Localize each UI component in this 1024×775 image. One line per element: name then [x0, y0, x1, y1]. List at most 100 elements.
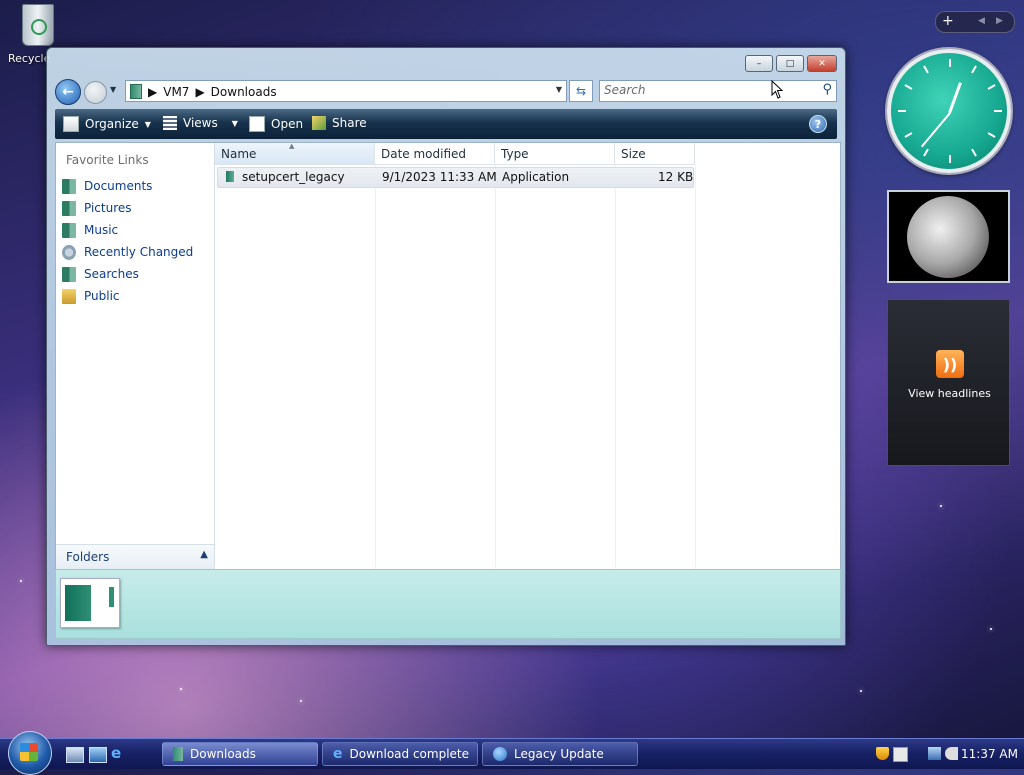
- flag-icon[interactable]: [893, 747, 908, 762]
- clock-gadget[interactable]: [887, 49, 1011, 173]
- legacy-update-icon: [493, 747, 507, 761]
- column-label: Date modified: [381, 147, 467, 161]
- clock-tick: [904, 84, 913, 90]
- application-icon: [226, 171, 234, 182]
- view-headlines-link[interactable]: View headlines: [888, 387, 1011, 400]
- column-header-size[interactable]: Size: [615, 143, 695, 165]
- security-shield-icon[interactable]: [876, 747, 889, 760]
- forward-button[interactable]: [84, 81, 107, 104]
- address-dropdown-icon[interactable]: ▼: [556, 85, 562, 94]
- favorite-links-heading: Favorite Links: [66, 153, 149, 167]
- clock-tick: [949, 155, 951, 163]
- nav-item-recently-changed[interactable]: Recently Changed: [62, 241, 193, 263]
- clock-tick: [971, 148, 977, 157]
- address-bar[interactable]: ▶ VM7 ▶ Downloads ▼: [125, 80, 567, 102]
- column-header-name[interactable]: ▲ Name: [215, 142, 375, 165]
- breadcrumb-item-downloads[interactable]: Downloads: [211, 85, 277, 99]
- nav-item-label: Recently Changed: [84, 245, 194, 259]
- ie-icon: e: [333, 746, 343, 762]
- public-folder-icon: [62, 288, 76, 304]
- nav-item-searches[interactable]: Searches: [62, 263, 193, 285]
- taskbar-clock[interactable]: 11:37 AM: [961, 747, 1018, 761]
- address-row: ← ▼ ▶ VM7 ▶ Downloads ▼ ⇆ ⚲: [55, 77, 837, 105]
- searches-icon: [62, 266, 76, 282]
- notification-area: 11:37 AM: [872, 742, 1024, 766]
- star: [180, 688, 182, 690]
- breadcrumb-separator-icon[interactable]: ▶: [148, 85, 157, 99]
- volume-muted-icon[interactable]: [945, 747, 958, 760]
- sidebar-controls: + ◀ ▶: [935, 11, 1015, 33]
- star: [20, 580, 22, 582]
- back-button[interactable]: ←: [55, 79, 81, 105]
- open-label: Open: [271, 117, 304, 131]
- views-button[interactable]: Views ▼: [163, 116, 238, 130]
- clock-tick: [994, 110, 1002, 112]
- star: [990, 628, 992, 630]
- feed-headlines-gadget[interactable]: )) View headlines: [887, 299, 1010, 466]
- file-type: Application: [502, 170, 570, 184]
- taskbar-button-label: Downloads: [190, 747, 256, 761]
- internet-explorer-icon[interactable]: e: [111, 744, 121, 762]
- caption-buttons: – □ ✕: [745, 55, 837, 72]
- column-label: Name: [221, 147, 257, 161]
- network-icon[interactable]: [928, 747, 941, 760]
- file-row[interactable]: setupcert_legacy 9/1/2023 11:33 AM Appli…: [217, 167, 694, 188]
- folder-icon: [130, 84, 142, 99]
- add-gadget-icon[interactable]: +: [942, 13, 954, 29]
- nav-item-pictures[interactable]: Pictures: [62, 197, 193, 219]
- clock-tick: [949, 59, 951, 67]
- taskbar-button-label: Download complete: [349, 747, 470, 761]
- previous-page-icon[interactable]: ◀: [978, 16, 985, 26]
- nav-item-documents[interactable]: Documents: [62, 175, 193, 197]
- folder-icon: [173, 747, 183, 761]
- documents-icon: [62, 178, 76, 194]
- details-pane: [55, 569, 841, 639]
- column-divider: [495, 165, 496, 569]
- minimize-button[interactable]: –: [745, 55, 773, 72]
- folders-toggle[interactable]: Folders ▲: [56, 544, 214, 569]
- nav-item-music[interactable]: Music: [62, 219, 193, 241]
- explorer-window: – □ ✕ ← ▼ ▶ VM7 ▶ Downloads ▼ ⇆ ⚲ Organi…: [46, 47, 846, 646]
- taskbar-button-legacy-update[interactable]: Legacy Update: [482, 742, 638, 766]
- taskbar-button-label: Legacy Update: [514, 747, 604, 761]
- share-button[interactable]: Share: [312, 116, 367, 130]
- recycle-bin-label: Recycle: [8, 52, 51, 65]
- recent-pages-dropdown-icon[interactable]: ▼: [110, 85, 116, 94]
- column-label: Type: [501, 147, 529, 161]
- command-bar: Organize ▼ Views ▼ Open Share ?: [55, 109, 837, 139]
- chevron-down-icon: ▼: [231, 118, 238, 128]
- breadcrumb-separator-icon[interactable]: ▶: [195, 85, 204, 99]
- open-button[interactable]: Open: [249, 116, 303, 132]
- nav-item-label: Searches: [84, 267, 139, 281]
- breadcrumb-item-vm7[interactable]: VM7: [163, 85, 189, 99]
- close-button[interactable]: ✕: [807, 55, 837, 72]
- taskbar-button-download-complete[interactable]: e Download complete: [322, 742, 478, 766]
- next-page-icon[interactable]: ▶: [996, 16, 1003, 26]
- folder-thumbnail: [60, 578, 120, 628]
- start-button[interactable]: [8, 731, 52, 775]
- show-desktop-icon[interactable]: [66, 747, 84, 763]
- column-header-type[interactable]: Type: [495, 143, 615, 165]
- slide-show-gadget[interactable]: [887, 190, 1010, 283]
- switch-windows-icon[interactable]: [89, 747, 107, 763]
- taskbar-button-downloads[interactable]: Downloads: [162, 742, 318, 766]
- clock-tick: [898, 110, 906, 112]
- refresh-button[interactable]: ⇆: [569, 80, 593, 102]
- maximize-button[interactable]: □: [776, 55, 804, 72]
- file-name: setupcert_legacy: [242, 170, 345, 184]
- organize-button[interactable]: Organize ▼: [63, 116, 151, 132]
- search-icon[interactable]: ⚲: [822, 82, 832, 97]
- star: [300, 700, 302, 702]
- help-icon[interactable]: ?: [809, 115, 827, 133]
- clock-tick: [971, 65, 977, 74]
- file-list: ▲ Name Date modified Type Size setupcert…: [215, 142, 840, 569]
- share-label: Share: [332, 116, 367, 130]
- views-icon: [163, 116, 177, 130]
- views-label: Views: [183, 116, 218, 130]
- folder-thumbnail-graphic: [65, 585, 91, 621]
- nav-item-public[interactable]: Public: [62, 285, 193, 307]
- search-box: ⚲: [599, 80, 837, 102]
- column-header-date-modified[interactable]: Date modified: [375, 143, 495, 165]
- moon-photo: [907, 196, 989, 278]
- column-divider: [375, 165, 376, 569]
